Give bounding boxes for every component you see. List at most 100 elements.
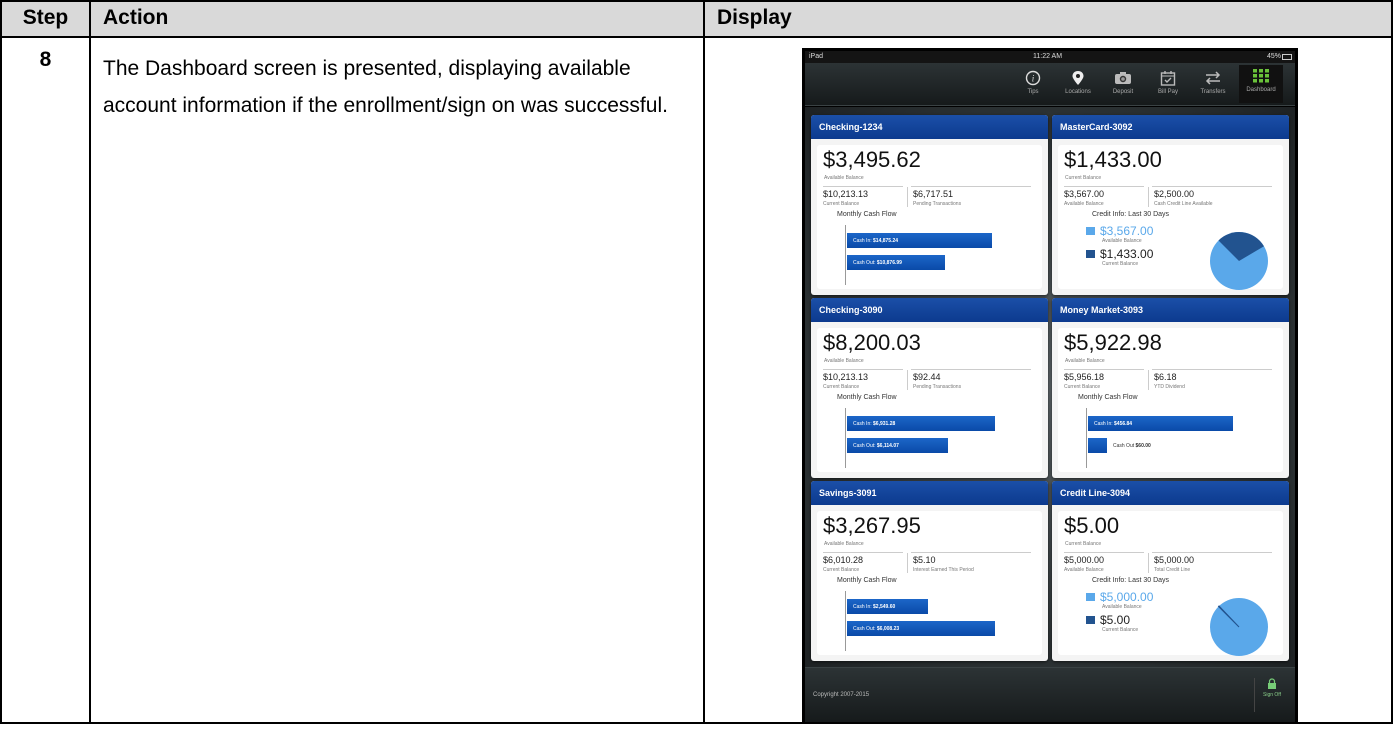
table-row: 8 The Dashboard screen is presented, dis… (0, 36, 1393, 724)
card-sub1-value: $6,010.28 (823, 555, 864, 565)
card-sub1-label: Available Balance (1064, 201, 1104, 207)
toolbar: i Tips Locations Deposit Bill Pay Transf… (805, 63, 1295, 106)
card-sub2-value: $6.18 (1154, 372, 1177, 382)
card-balance-label: Current Balance (1065, 175, 1102, 181)
card-sub2-value: $92.44 (913, 372, 941, 382)
toolbar-dashboard[interactable]: Dashboard (1239, 65, 1283, 103)
cash-in-bar: Cash In: $14,875.24 (847, 233, 992, 248)
account-card[interactable]: MasterCard-3092 $1,433.00 Current Balance $… (1052, 115, 1289, 295)
legend-available-label: Available Balance (1102, 238, 1142, 244)
card-balance-label: Current Balance (1065, 541, 1102, 547)
cash-out-label: Cash Out (853, 626, 875, 632)
legend-available-label: Available Balance (1102, 604, 1142, 610)
toolbar-label: Deposit (1112, 89, 1134, 95)
status-time: 11:22 AM (1033, 53, 1063, 60)
card-sub2-label: YTD Dividend (1154, 384, 1185, 390)
ipad-screenshot: iPad 11:22 AM 45% i Tips Locations Depos… (802, 48, 1298, 724)
card-sub1-value: $10,213.13 (823, 372, 869, 382)
cash-in-bar: Cash In: $456.84 (1088, 416, 1233, 431)
divider (1064, 369, 1144, 370)
card-sub1-label: Current Balance (823, 201, 860, 207)
chart-axis (1086, 408, 1087, 468)
cash-out-value: $60.00 (1135, 443, 1151, 449)
divider (1148, 187, 1149, 207)
cash-in-label: Cash In (853, 604, 871, 610)
cash-in-value: $6,931.28 (873, 421, 896, 427)
toolbar-deposit[interactable]: Deposit (1101, 67, 1145, 95)
card-sub2-label: Cash Credit Line Available (1154, 201, 1213, 207)
action-text: The Dashboard screen is presented, displ… (89, 36, 705, 724)
account-card[interactable]: Checking-3090 $8,200.03 Available Balance $… (811, 298, 1048, 478)
battery-icon (1282, 54, 1292, 60)
sign-off-button[interactable]: Sign Off (1254, 678, 1289, 712)
card-sub2-value: $6,717.51 (913, 189, 954, 199)
card-balance: $1,433.00 (1064, 147, 1162, 172)
card-sub1-value: $3,567.00 (1064, 189, 1105, 199)
cash-out-value: $6,008.23 (876, 626, 900, 632)
cash-in-label: Cash In (853, 238, 871, 244)
card-sub2-label: Total Credit Line (1154, 567, 1191, 573)
divider (911, 552, 1031, 553)
cash-flow-title: Monthly Cash Flow (837, 577, 897, 584)
card-sub1-label: Available Balance (1064, 567, 1104, 573)
toolbar-label: Bill Pay (1157, 89, 1178, 95)
lock-icon (1268, 678, 1276, 689)
divider (1152, 552, 1272, 553)
cash-flow-title: Monthly Cash Flow (837, 211, 897, 218)
card-balance: $5.00 (1064, 513, 1120, 538)
account-card[interactable]: Checking-1234 $3,495.62 Available Balance $… (811, 115, 1048, 295)
cash-out-value: $6,114.07 (876, 443, 899, 449)
card-sub1-label: Current Balance (1064, 384, 1101, 390)
card-balance-label: Available Balance (824, 175, 864, 181)
account-card[interactable]: Credit Line-3094 $5.00 Current Balance $5,0… (1052, 481, 1289, 661)
card-sub1-label: Current Balance (823, 567, 860, 573)
toolbar-transfers[interactable]: Transfers (1191, 67, 1235, 95)
device-name: iPad (809, 53, 824, 60)
divider (1152, 186, 1272, 187)
cash-in-label: Cash In (1094, 421, 1112, 427)
legend-swatch-available (1086, 593, 1095, 601)
divider (823, 369, 903, 370)
card-body: $5,922.98 Available Balance $5,956.18 Curre… (1058, 328, 1283, 472)
credit-info-title: Credit Info: Last 30 Days (1092, 211, 1170, 218)
card-sub2-value: $5.10 (913, 555, 936, 565)
toolbar-label: Dashboard (1246, 87, 1276, 93)
legend-current-value: $5.00 (1100, 613, 1131, 627)
status-bar: iPad 11:22 AM 45% (805, 51, 1295, 63)
legend-current-value: $1,433.00 (1100, 247, 1154, 261)
cash-out-label: Cash Out (853, 443, 875, 449)
dashboard-content: Checking-1234 $3,495.62 Available Balance $… (805, 107, 1295, 667)
card-title: MasterCard-3092 (1052, 115, 1289, 139)
toolbar-locations[interactable]: Locations (1056, 67, 1100, 95)
divider (1148, 553, 1149, 573)
cash-flow-title: Monthly Cash Flow (837, 394, 897, 401)
card-balance: $8,200.03 (823, 330, 921, 355)
card-sub2-value: $2,500.00 (1154, 189, 1195, 199)
card-balance: $3,267.95 (823, 513, 921, 538)
toolbar-billpay[interactable]: Bill Pay (1146, 67, 1190, 95)
location-pin-icon (1056, 67, 1100, 89)
calendar-icon (1146, 67, 1190, 89)
cash-in-value: $456.84 (1114, 421, 1133, 427)
account-card[interactable]: Savings-3091 $3,267.95 Available Balance $6… (811, 481, 1048, 661)
card-sub2-label: Pending Transactions (913, 384, 962, 390)
chart-axis (845, 408, 846, 468)
header-display: Display (703, 0, 1393, 38)
cash-flow-title: Monthly Cash Flow (1078, 394, 1138, 401)
card-body: $3,495.62 Available Balance $10,213.13 Curr… (817, 145, 1042, 289)
card-sub1-value: $5,000.00 (1064, 555, 1105, 565)
sign-off-label: Sign Off (1263, 692, 1281, 698)
legend-swatch-current (1086, 250, 1095, 258)
footer-bar: Copyright 2007-2015 Sign Off (805, 667, 1295, 722)
legend-swatch-current (1086, 616, 1095, 624)
card-title: Savings-3091 (811, 481, 1048, 505)
card-sub2-value: $5,000.00 (1154, 555, 1195, 565)
card-body: $3,267.95 Available Balance $6,010.28 Curre… (817, 511, 1042, 655)
account-card[interactable]: Money Market-3093 $5,922.98 Available Bala… (1052, 298, 1289, 478)
grid-icon (1239, 65, 1283, 87)
toolbar-tips[interactable]: i Tips (1011, 67, 1055, 95)
step-number: 8 (0, 36, 91, 724)
cash-out-text: Cash Out $60.00 (1113, 443, 1151, 449)
cash-out-label: Cash Out (853, 260, 875, 266)
divider (1148, 370, 1149, 390)
